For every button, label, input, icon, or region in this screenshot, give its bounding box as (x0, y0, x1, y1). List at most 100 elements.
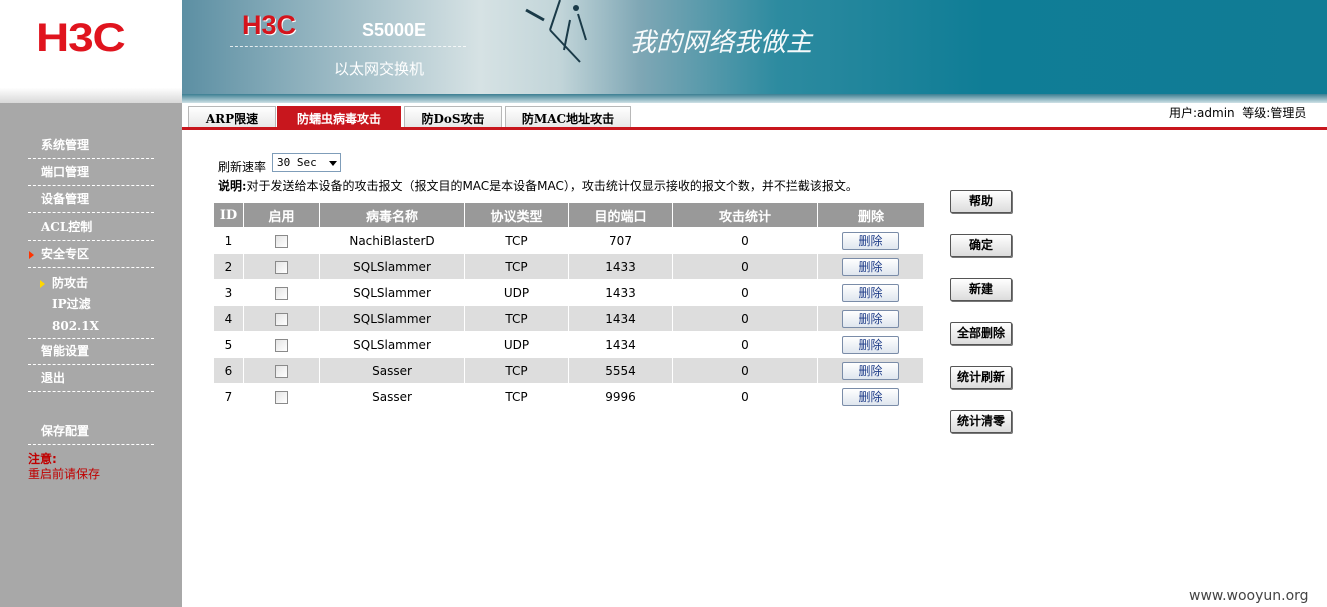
cell-id: 4 (214, 305, 244, 331)
cell-virus-name: Sasser (320, 357, 465, 383)
sidebar-item-label: 防攻击 (52, 276, 89, 290)
cell-attack-count: 0 (673, 227, 818, 253)
yellow-arrow-icon (40, 280, 45, 288)
cell-virus-name: SQLSlammer (320, 331, 465, 357)
banner-shadow (182, 94, 1327, 103)
delete-row-button[interactable]: 删除 (842, 257, 899, 276)
delete-row-button[interactable]: 删除 (842, 283, 899, 302)
cell-enable (244, 357, 320, 383)
sidebar-item-label: ACL控制 (41, 220, 93, 234)
cell-attack-count: 0 (673, 331, 818, 357)
delete-row-button[interactable]: 删除 (842, 387, 899, 406)
sidebar-item-802-1x[interactable]: 802.1X (28, 313, 154, 339)
delete-all-button[interactable]: 全部删除 (950, 322, 1012, 345)
enable-checkbox[interactable] (275, 338, 288, 352)
stat-refresh-button[interactable]: 统计刷新 (950, 366, 1012, 389)
sidebar-item-label: 端口管理 (41, 165, 90, 179)
cell-id: 2 (214, 253, 244, 279)
virus-table: ID 启用 病毒名称 协议类型 目的端口 攻击统计 删除 1 NachiBlas… (214, 203, 924, 409)
banner-divider (230, 46, 466, 47)
enable-checkbox[interactable] (275, 260, 288, 274)
sidebar-item-label: IP过滤 (52, 297, 91, 311)
enable-checkbox[interactable] (275, 390, 288, 404)
cell-protocol: TCP (465, 357, 569, 383)
cell-dest-port: 1434 (569, 331, 673, 357)
cell-delete: 删除 (818, 383, 924, 409)
col-header-id: ID (214, 203, 244, 227)
banner-model: S5000E (362, 20, 427, 40)
cell-delete: 删除 (818, 279, 924, 305)
table-row: 5 SQLSlammer UDP 1434 0 删除 (214, 331, 924, 357)
table-row: 3 SQLSlammer UDP 1433 0 删除 (214, 279, 924, 305)
cell-virus-name: SQLSlammer (320, 305, 465, 331)
cell-delete: 删除 (818, 253, 924, 279)
cell-id: 3 (214, 279, 244, 305)
sidebar-item-device-management[interactable]: 设备管理 (28, 187, 154, 213)
user-info: 用户:admin 等级:管理员 (1169, 106, 1307, 120)
sidebar-item-security-zone[interactable]: 安全专区 (28, 242, 154, 268)
col-header-enable: 启用 (244, 203, 320, 227)
table-row: 7 Sasser TCP 9996 0 删除 (214, 383, 924, 409)
cell-delete: 删除 (818, 227, 924, 253)
h3c-logo: H3C (36, 16, 126, 60)
red-arrow-icon (29, 251, 34, 259)
col-header-attack-count: 攻击统计 (673, 203, 818, 227)
cell-delete: 删除 (818, 305, 924, 331)
table-row: 1 NachiBlasterD TCP 707 0 删除 (214, 227, 924, 253)
cell-enable (244, 227, 320, 253)
help-button[interactable]: 帮助 (950, 190, 1012, 213)
col-header-protocol: 协议类型 (465, 203, 569, 227)
sidebar-item-label: 系统管理 (41, 138, 90, 152)
table-row: 4 SQLSlammer TCP 1434 0 删除 (214, 305, 924, 331)
confirm-button[interactable]: 确定 (950, 234, 1012, 257)
logo-area: H3C (0, 0, 182, 103)
cell-delete: 删除 (818, 357, 924, 383)
note-text: 重启前请保存 (28, 467, 101, 481)
cell-dest-port: 707 (569, 227, 673, 253)
cell-id: 7 (214, 383, 244, 409)
runner-illustration-icon (525, 0, 587, 63)
enable-checkbox[interactable] (275, 364, 288, 378)
enable-checkbox[interactable] (275, 312, 288, 326)
delete-row-button[interactable]: 删除 (842, 231, 899, 250)
sidebar-item-acl-control[interactable]: ACL控制 (28, 215, 154, 241)
delete-row-button[interactable]: 删除 (842, 309, 899, 328)
stat-clear-button[interactable]: 统计清零 (950, 410, 1012, 433)
cell-protocol: TCP (465, 383, 569, 409)
enable-checkbox[interactable] (275, 234, 288, 248)
chevron-down-icon (329, 161, 337, 166)
cell-delete: 删除 (818, 331, 924, 357)
refresh-rate-select[interactable]: 30 Sec (272, 153, 341, 172)
cell-virus-name: NachiBlasterD (320, 227, 465, 253)
col-header-virus-name: 病毒名称 (320, 203, 465, 227)
sidebar-item-label: 保存配置 (41, 424, 90, 438)
sidebar: 系统管理 端口管理 设备管理 ACL控制 安全专区 防攻击 IP过滤 802.1… (0, 103, 182, 607)
delete-row-button[interactable]: 删除 (842, 335, 899, 354)
sidebar-item-label: 设备管理 (41, 192, 90, 206)
cell-id: 1 (214, 227, 244, 253)
tab-underline (182, 127, 1327, 130)
cell-enable (244, 279, 320, 305)
sidebar-item-save-config[interactable]: 保存配置 (28, 419, 154, 445)
sidebar-item-system-management[interactable]: 系统管理 (28, 133, 154, 159)
cell-enable (244, 253, 320, 279)
cell-dest-port: 1433 (569, 279, 673, 305)
cell-id: 5 (214, 331, 244, 357)
cell-protocol: TCP (465, 227, 569, 253)
sidebar-item-smart-settings[interactable]: 智能设置 (28, 339, 154, 365)
table-row: 6 Sasser TCP 5554 0 删除 (214, 357, 924, 383)
new-button[interactable]: 新建 (950, 278, 1012, 301)
cell-dest-port: 5554 (569, 357, 673, 383)
banner-slogan: 我的网络我做主 (630, 28, 813, 58)
sidebar-item-label: 安全专区 (41, 247, 90, 261)
cell-attack-count: 0 (673, 279, 818, 305)
sidebar-item-logout[interactable]: 退出 (28, 366, 154, 392)
cell-attack-count: 0 (673, 357, 818, 383)
cell-attack-count: 0 (673, 305, 818, 331)
sidebar-item-port-management[interactable]: 端口管理 (28, 160, 154, 186)
cell-dest-port: 1433 (569, 253, 673, 279)
sidebar-item-label: 退出 (41, 371, 66, 385)
enable-checkbox[interactable] (275, 286, 288, 300)
delete-row-button[interactable]: 删除 (842, 361, 899, 380)
cell-attack-count: 0 (673, 383, 818, 409)
